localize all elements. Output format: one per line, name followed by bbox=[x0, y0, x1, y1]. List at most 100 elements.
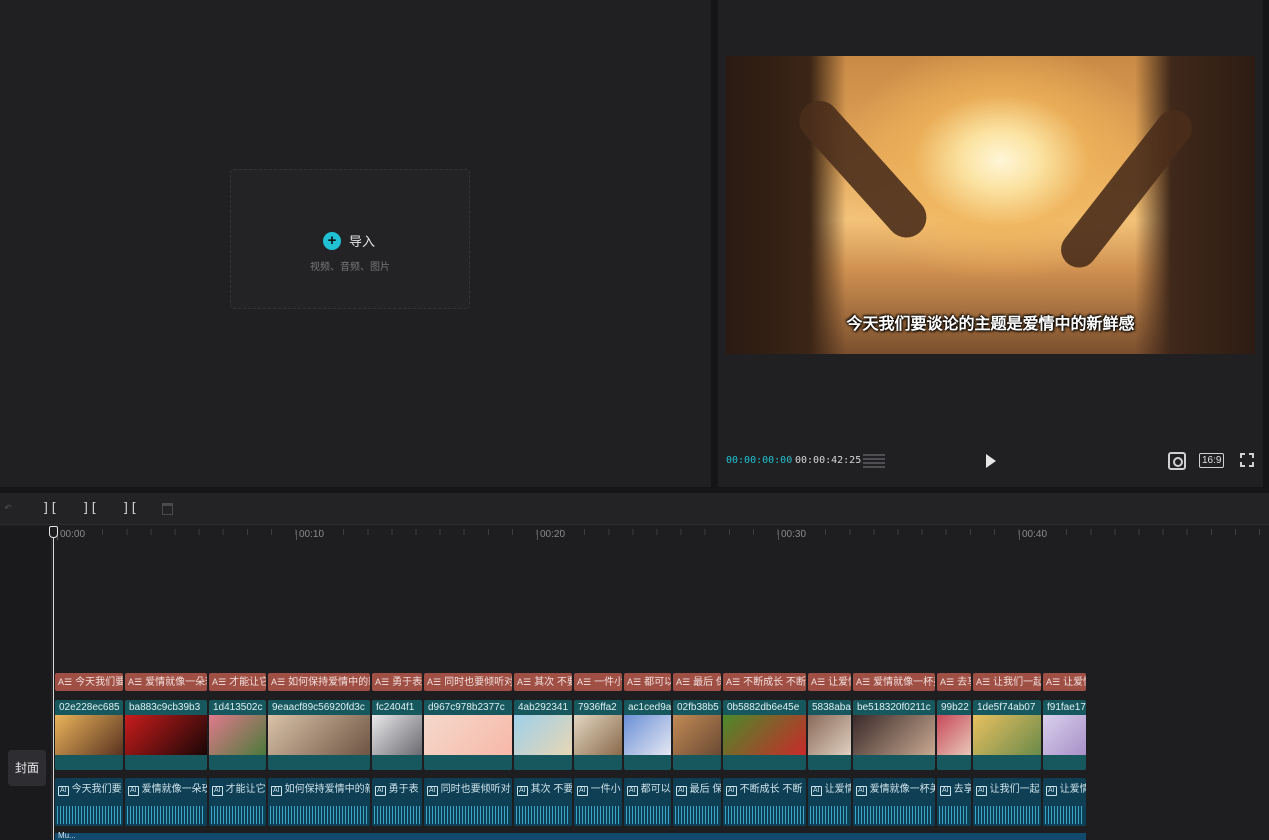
video-clip-name: be518320f0211c bbox=[857, 702, 931, 713]
video-preview[interactable]: 今天我们要谈论的主题是爱情中的新鲜感 bbox=[726, 56, 1255, 354]
split-right-icon[interactable]: ][ bbox=[122, 501, 138, 516]
video-clip-name: d967c978b2377c bbox=[428, 702, 505, 713]
audio-clip-name: AI 不断成长 不断 bbox=[726, 780, 802, 796]
audio-clip-label: 去享 bbox=[953, 784, 971, 795]
video-clip-name: ac1ced9a bbox=[628, 702, 671, 713]
ruler-label: 00:10 bbox=[295, 529, 325, 540]
text-clip[interactable]: A☰ 同时也要倾听对 bbox=[424, 673, 512, 691]
text-clip[interactable]: A☰ 让我们一起 bbox=[973, 673, 1041, 691]
video-clip-thumbnail bbox=[1043, 715, 1086, 755]
audio-clip-name: AI 最后 保 bbox=[676, 780, 721, 796]
text-clip[interactable]: A☰ 今天我们要 bbox=[55, 673, 123, 691]
split-left-icon[interactable]: ][ bbox=[82, 501, 98, 516]
video-clip-name: 02e228ec685 bbox=[59, 702, 120, 713]
playhead[interactable] bbox=[53, 527, 54, 840]
text-clip[interactable]: A☰ 勇于表 bbox=[372, 673, 422, 691]
video-clip[interactable]: ac1ced9a bbox=[624, 700, 671, 770]
video-clip[interactable]: ba883c9cb39b3 bbox=[125, 700, 207, 770]
text-clip[interactable]: A☰ 如何保持爱情中的新 bbox=[268, 673, 370, 691]
ruler-label: 00:20 bbox=[536, 529, 566, 540]
audio-clip[interactable]: AI 才能让它 bbox=[209, 778, 266, 826]
audio-clip-label: 最后 保 bbox=[689, 784, 721, 795]
audio-clip[interactable]: AI 都可以 bbox=[624, 778, 671, 826]
snapshot-icon[interactable] bbox=[1168, 452, 1186, 470]
playhead-handle[interactable] bbox=[49, 526, 58, 538]
fullscreen-icon[interactable] bbox=[1239, 452, 1255, 468]
audio-waveform bbox=[127, 798, 205, 824]
time-ruler[interactable]: 00:00 00:10 00:20 00:30 00:40 bbox=[0, 526, 1269, 544]
video-clip[interactable]: 1d413502c bbox=[209, 700, 266, 770]
audio-waveform bbox=[270, 798, 368, 824]
audio-clip-name: AI 去享 bbox=[940, 780, 971, 796]
text-clip[interactable]: A☰ 都可以 bbox=[624, 673, 671, 691]
split-icon[interactable]: ][ bbox=[42, 501, 58, 516]
video-clip[interactable]: 4ab292341 bbox=[514, 700, 572, 770]
undo-icon[interactable]: ↶ bbox=[4, 500, 12, 515]
video-clip[interactable]: 02e228ec685 bbox=[55, 700, 123, 770]
text-clip[interactable]: A☰ 一件小 bbox=[574, 673, 622, 691]
import-button[interactable]: + 导入 bbox=[323, 231, 375, 250]
audio-clip[interactable]: AI 最后 保 bbox=[673, 778, 721, 826]
text-clip-icon: A☰ bbox=[271, 677, 286, 687]
track-headers: 封面 bbox=[0, 526, 52, 840]
play-button[interactable] bbox=[986, 454, 996, 468]
text-clip[interactable]: A☰ 最后 保 bbox=[673, 673, 721, 691]
audio-clip[interactable]: AI 爱情就像一朵玫 bbox=[125, 778, 207, 826]
text-clip-icon: A☰ bbox=[375, 677, 390, 687]
video-clip[interactable]: 99b22 bbox=[937, 700, 971, 770]
text-clip[interactable]: A☰ 其次 不要 bbox=[514, 673, 572, 691]
text-clip-label: 让爱情 bbox=[828, 677, 851, 688]
text-clip-icon: A☰ bbox=[627, 677, 642, 687]
delete-icon[interactable] bbox=[162, 503, 173, 515]
audio-clip[interactable]: AI 让爱情 bbox=[1043, 778, 1086, 826]
audio-clip[interactable]: AI 爱情就像一杯美 bbox=[853, 778, 935, 826]
cover-button[interactable]: 封面 bbox=[8, 750, 46, 786]
audio-clip-icon: AI bbox=[577, 786, 588, 796]
audio-waveform bbox=[975, 798, 1039, 824]
text-clip[interactable]: A☰ 才能让它 bbox=[209, 673, 266, 691]
video-clip[interactable]: 7936ffa2 bbox=[574, 700, 622, 770]
video-clip-name: 99b22 bbox=[941, 702, 969, 713]
audio-clip-icon: AI bbox=[627, 786, 638, 796]
audio-clip-name: AI 今天我们要 bbox=[58, 780, 122, 796]
video-clip[interactable]: fc2404f1 bbox=[372, 700, 422, 770]
text-clip[interactable]: A☰ 不断成长 不断 bbox=[723, 673, 806, 691]
music-track[interactable]: Mu... bbox=[55, 831, 1086, 840]
audio-waveform bbox=[675, 798, 719, 824]
text-clip[interactable]: A☰去享 bbox=[937, 673, 971, 691]
video-clip-thumbnail bbox=[937, 715, 971, 755]
video-clip[interactable]: f91fae17 bbox=[1043, 700, 1086, 770]
audio-clip[interactable]: AI 今天我们要 bbox=[55, 778, 123, 826]
text-clip[interactable]: A☰让爱情 bbox=[1043, 673, 1086, 691]
aspect-ratio-button[interactable]: 16:9 bbox=[1199, 453, 1225, 468]
timecode-format-icon[interactable] bbox=[863, 453, 885, 468]
audio-clip[interactable]: AI 勇于表 bbox=[372, 778, 422, 826]
audio-clip[interactable]: AI 同时也要倾听对 bbox=[424, 778, 512, 826]
video-clip[interactable]: 5838aba bbox=[808, 700, 851, 770]
audio-clip[interactable]: AI 去享 bbox=[937, 778, 971, 826]
audio-clip[interactable]: AI 让爱情 bbox=[808, 778, 851, 826]
audio-clip[interactable]: AI 如何保持爱情中的新 bbox=[268, 778, 370, 826]
video-clip[interactable]: 02fb38b5 bbox=[673, 700, 721, 770]
text-clip[interactable]: A☰爱情就像一杯美 bbox=[853, 673, 935, 691]
video-clip[interactable]: be518320f0211c bbox=[853, 700, 935, 770]
audio-clip-name: AI 才能让它 bbox=[212, 780, 266, 796]
audio-clip[interactable]: AI 让我们一起 bbox=[973, 778, 1041, 826]
video-clip-thumbnail bbox=[853, 715, 935, 755]
video-clip[interactable]: 9eaacf89c56920fd3c bbox=[268, 700, 370, 770]
audio-waveform bbox=[725, 798, 804, 824]
video-clip-thumbnail bbox=[514, 715, 572, 755]
import-dropzone[interactable]: + 导入 视频、音频、图片 bbox=[230, 169, 470, 309]
audio-clip[interactable]: AI 一件小 bbox=[574, 778, 622, 826]
audio-clip[interactable]: AI 不断成长 不断 bbox=[723, 778, 806, 826]
audio-waveform bbox=[426, 798, 510, 824]
video-clip-thumbnail bbox=[808, 715, 851, 755]
text-clip-label: 才能让它 bbox=[229, 677, 266, 688]
video-clip[interactable]: 0b5882db6e45e bbox=[723, 700, 806, 770]
plus-icon: + bbox=[323, 231, 341, 250]
text-clip[interactable]: A☰爱情就像一朵玫 bbox=[125, 673, 207, 691]
audio-clip[interactable]: AI 其次 不要 bbox=[514, 778, 572, 826]
video-clip[interactable]: d967c978b2377c bbox=[424, 700, 512, 770]
video-clip[interactable]: 1de5f74ab07 bbox=[973, 700, 1041, 770]
text-clip[interactable]: A☰让爱情 bbox=[808, 673, 851, 691]
